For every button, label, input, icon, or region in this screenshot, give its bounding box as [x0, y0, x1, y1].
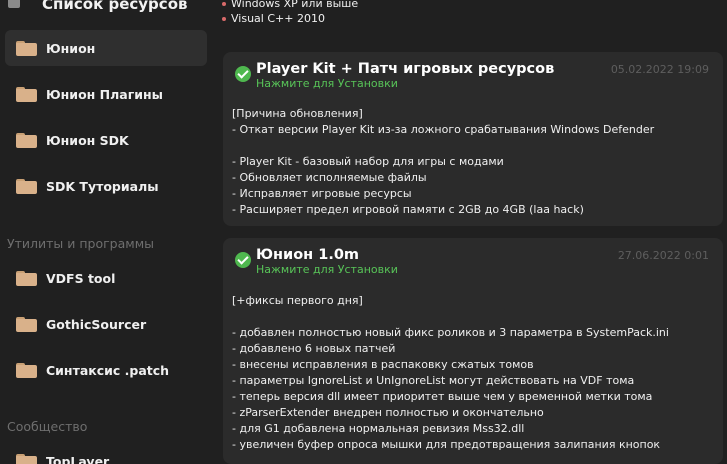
- resource-card-player-kit[interactable]: Player Kit + Патч игровых ресурсов Нажми…: [223, 52, 723, 226]
- folder-icon: [16, 86, 37, 102]
- install-link[interactable]: Нажмите для Установки: [256, 263, 398, 276]
- description-line: [Причина обновления]: [232, 107, 363, 120]
- sidebar-item-union-plugins[interactable]: Юнион Плагины: [5, 76, 207, 112]
- card-title: Player Kit + Патч игровых ресурсов: [256, 61, 555, 77]
- description-line: - теперь версия dll имеет приоритет выше…: [232, 390, 653, 403]
- sidebar: Список ресурсов Юнион Юнион Плагины Юнио…: [0, 0, 214, 464]
- folder-icon: [16, 453, 37, 464]
- sidebar-item-union-sdk[interactable]: Юнион SDK: [5, 122, 207, 158]
- description-line: - Player Kit - базовый набор для игры с …: [232, 155, 504, 168]
- sidebar-item-sdk-tutorials[interactable]: SDK Туториалы: [5, 168, 207, 204]
- sidebar-item-label: SDK Туториалы: [46, 178, 159, 194]
- sidebar-item-label: Юнион SDK: [46, 132, 129, 148]
- description-line: - внесены исправления в распаковку сжаты…: [232, 358, 534, 371]
- card-title: Юнион 1.0m: [256, 247, 360, 263]
- requirements-list: Windows XP или выше Visual C++ 2010: [222, 0, 358, 26]
- sidebar-title: Список ресурсов: [42, 0, 188, 13]
- description-line: [232, 138, 715, 154]
- sidebar-item-vdfs-tool[interactable]: VDFS tool: [5, 260, 207, 296]
- sidebar-item-label: GothicSourcer: [46, 316, 147, 332]
- check-circle-icon: [235, 252, 251, 268]
- sidebar-item-label: Юнион: [46, 40, 96, 56]
- description-line: - zParserExtender внедрен полностью и ок…: [232, 406, 544, 419]
- install-link[interactable]: Нажмите для Установки: [256, 77, 398, 90]
- description-line: - Откат версии Player Kit из-за ложного …: [232, 123, 655, 136]
- description-line: [+фиксы первого дня]: [232, 294, 363, 307]
- bullet-icon: [222, 17, 226, 21]
- folder-icon: [16, 362, 37, 378]
- check-circle-icon: [235, 66, 251, 82]
- description-line: [232, 309, 715, 325]
- description-line: - параметры IgnoreList и UnIgnoreList мо…: [232, 374, 635, 387]
- sidebar-item-label: VDFS tool: [46, 270, 116, 286]
- sidebar-item-union[interactable]: Юнион: [5, 30, 207, 66]
- bullet-icon: [222, 2, 226, 6]
- folder-icon: [16, 178, 37, 194]
- folder-icon: [16, 316, 37, 332]
- folder-icon: [16, 132, 37, 148]
- card-date: 27.06.2022 0:01: [617, 249, 709, 262]
- folder-icon: [16, 270, 37, 286]
- card-description: [Причина обновления] - Откат версии Play…: [232, 106, 715, 218]
- description-line: - увеличен буфер опроса мышки для предот…: [232, 438, 661, 451]
- sidebar-item-toplayer[interactable]: TopLayer: [5, 443, 207, 464]
- card-description: [+фиксы первого дня] - добавлен полность…: [232, 293, 715, 453]
- section-label-tools: Утилиты и программы: [7, 236, 155, 251]
- description-line: - добавлено 6 новых патчей: [232, 342, 396, 355]
- sidebar-item-label: Синтаксис .patch: [46, 362, 170, 378]
- description-line: - Обновляет исполняемые файлы: [232, 171, 427, 184]
- description-line: - для G1 добавлена нормальная ревизия Ms…: [232, 422, 525, 435]
- folder-icon: [16, 40, 37, 56]
- sidebar-item-gothicsourcer[interactable]: GothicSourcer: [5, 306, 207, 342]
- card-date: 05.02.2022 19:09: [610, 63, 709, 76]
- resources-icon: [8, 0, 20, 8]
- sidebar-item-patch-syntax[interactable]: Синтаксис .patch: [5, 352, 207, 388]
- list-item: Windows XP или выше: [222, 0, 358, 11]
- sidebar-item-label: Юнион Плагины: [46, 86, 163, 102]
- main-content: Windows XP или выше Visual C++ 2010 Play…: [214, 0, 727, 464]
- section-label-community: Сообщество: [7, 419, 88, 434]
- resource-card-union[interactable]: Юнион 1.0m Нажмите для Установки 27.06.2…: [223, 238, 723, 464]
- sidebar-item-label: TopLayer: [46, 453, 110, 464]
- description-line: - Исправляет игровые ресурсы: [232, 187, 412, 200]
- list-item: Visual C++ 2010: [222, 11, 358, 26]
- description-line: - добавлен полностью новый фикс роликов …: [232, 326, 669, 339]
- description-line: - Расширяет предел игровой памяти с 2GB …: [232, 203, 584, 216]
